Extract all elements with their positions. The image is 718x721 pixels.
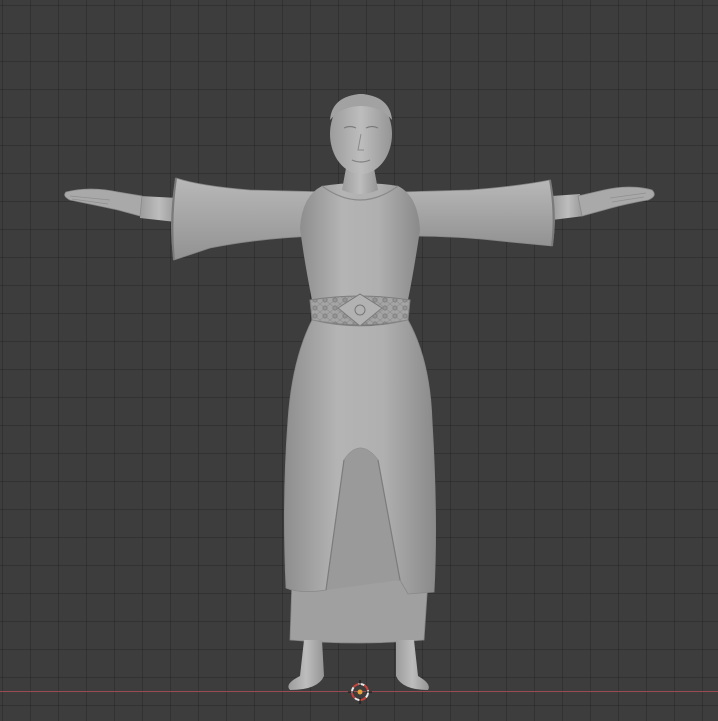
character-model[interactable] (0, 0, 718, 721)
right-sleeve (399, 179, 555, 247)
belt (309, 293, 411, 327)
3d-cursor-icon[interactable] (348, 680, 372, 704)
right-arm (552, 186, 655, 220)
head (330, 94, 392, 174)
3d-viewport[interactable] (0, 0, 718, 721)
left-arm (64, 188, 178, 222)
